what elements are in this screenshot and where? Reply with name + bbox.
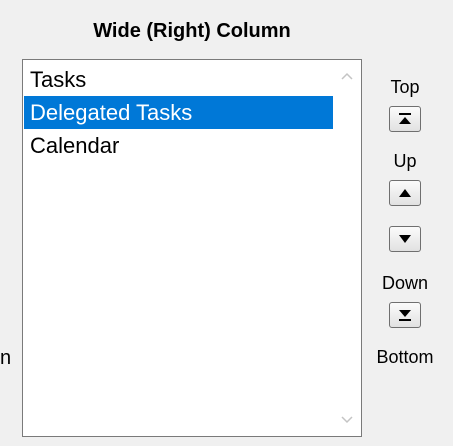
move-to-top-icon	[399, 113, 411, 124]
move-down-button[interactable]	[389, 226, 421, 252]
list-item-delegated-tasks[interactable]: Delegated Tasks	[24, 96, 333, 129]
list-item-calendar[interactable]: Calendar	[24, 129, 333, 162]
move-up-button[interactable]	[389, 180, 421, 206]
triangle-up-icon	[399, 189, 411, 197]
scroll-down-button[interactable]	[334, 407, 360, 433]
top-label: Top	[390, 77, 420, 97]
move-top-button[interactable]	[389, 106, 421, 132]
list-item-tasks[interactable]: Tasks	[24, 63, 333, 96]
list-items-container: Tasks Delegated Tasks Calendar	[24, 63, 333, 162]
column-title: Wide (Right) Column	[93, 20, 291, 42]
chevron-down-icon	[341, 416, 353, 424]
triangle-down-icon	[399, 235, 411, 243]
vertical-scrollbar[interactable]	[334, 61, 360, 435]
down-label: Down	[381, 273, 429, 293]
up-label: Up	[393, 151, 417, 171]
chevron-up-icon	[341, 72, 353, 80]
move-to-bottom-icon	[399, 310, 411, 321]
column-listbox[interactable]: Tasks Delegated Tasks Calendar	[22, 59, 362, 437]
scroll-up-button[interactable]	[334, 63, 360, 89]
clipped-label-text: n	[0, 347, 12, 369]
move-bottom-button[interactable]	[389, 302, 421, 328]
bottom-label: Bottom	[376, 347, 434, 367]
